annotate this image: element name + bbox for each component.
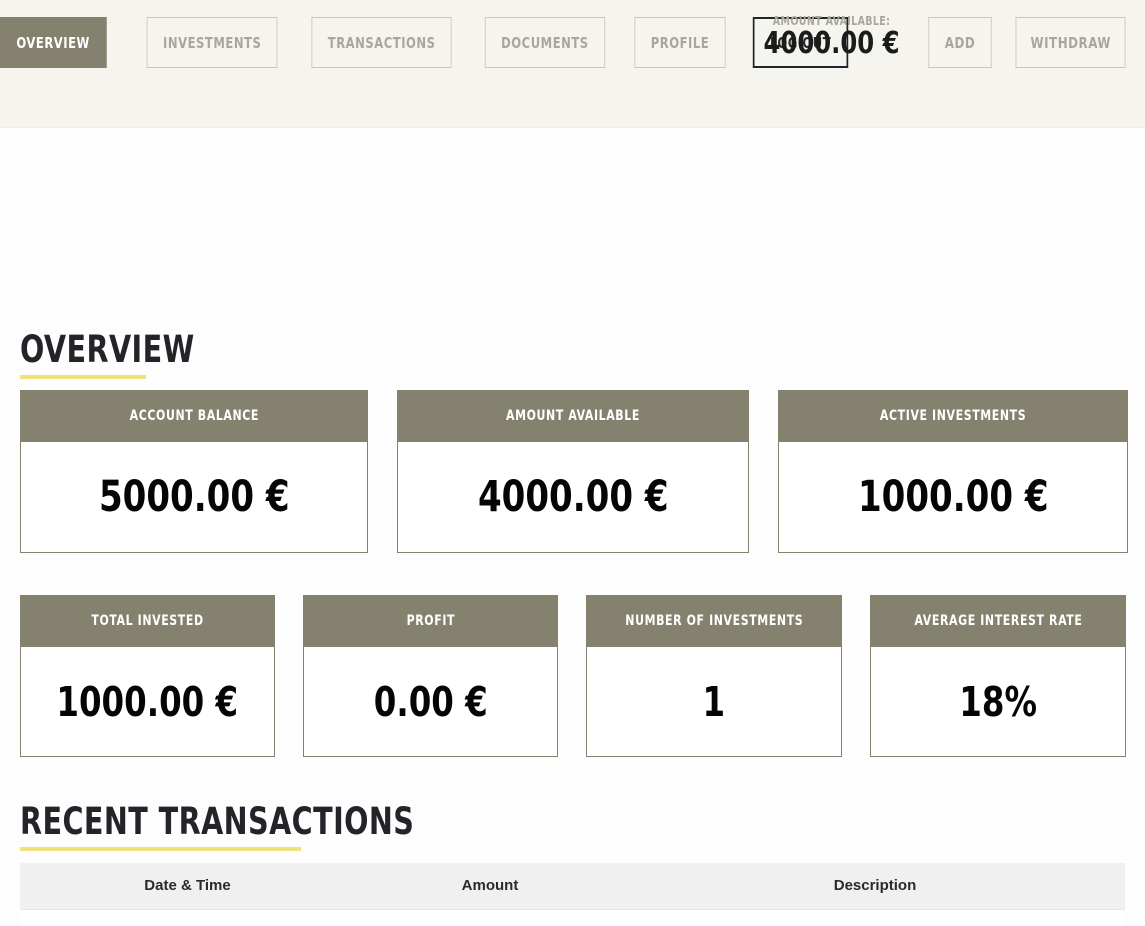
stat-card-profit-title: Profit [406,613,455,629]
cell-datetime: 2019-04-26 17:22:12 [20,908,355,926]
stat-card-account-balance: Account Balance 5000.00 € [20,390,368,553]
stat-card-average-interest-rate-value: 18% [959,677,1037,726]
stat-card-number-of-investments: Number of Investments 1 [586,595,842,757]
stat-card-profit-header: Profit [303,595,558,647]
stat-card-average-interest-rate-title: Average Interest Rate [914,613,1082,629]
stat-cards-row-secondary: Total Invested 1000.00 € Profit 0.00 € N… [20,595,1126,757]
withdraw-funds-button-label: Withdraw [1030,33,1111,52]
stat-card-number-of-investments-header: Number of Investments [586,595,842,647]
recent-transactions-heading-block: Recent Transactions [20,800,479,851]
overview-title-underline [20,375,146,379]
stat-card-amount-available-body: 4000.00 € [397,442,749,553]
recent-transactions-table: Date & Time Amount Description 2019-04-2… [20,863,1125,926]
stat-card-number-of-investments-body: 1 [586,647,842,757]
stat-card-total-invested-body: 1000.00 € [20,647,275,757]
header-amount-available-value: 4000.00 € [763,26,900,61]
stat-card-profit-value: 0.00 € [373,677,488,726]
stat-card-account-balance-header: Account Balance [20,390,368,442]
stat-cards-row-primary: Account Balance 5000.00 € Amount Availab… [20,390,1128,553]
stat-card-active-investments-header: Active Investments [778,390,1128,442]
cell-description: Investment in project - (ID1800) INCH² [625,908,1125,926]
overview-heading-block: Overview [20,328,223,379]
main-navigation: Overview Investments Transactions Docume… [0,17,856,68]
add-funds-button-label: Add [944,33,975,52]
column-header-datetime[interactable]: Date & Time [20,863,355,909]
header-amount-available: Amount available: 4000.00 € [756,14,911,60]
withdraw-funds-button[interactable]: Withdraw [1015,17,1126,68]
stat-card-amount-available-value: 4000.00 € [477,472,669,522]
nav-tab-documents-label: Documents [501,33,589,52]
stat-card-number-of-investments-title: Number of Investments [625,613,803,629]
stat-card-total-invested-header: Total Invested [20,595,275,647]
stat-card-total-invested-value: 1000.00 € [56,677,239,726]
stat-card-account-balance-value: 5000.00 € [98,472,290,522]
stat-card-active-investments: Active Investments 1000.00 € [778,390,1128,553]
nav-tab-profile-label: Profile [650,33,710,52]
table-body: 2019-04-26 17:22:12 € -1000.00 Investmen… [20,908,1125,926]
nav-tab-overview-label: Overview [16,33,90,52]
overview-page-title: Overview [20,328,195,371]
stat-card-amount-available-title: Amount Available [506,408,640,424]
table-row[interactable]: 2019-04-26 17:22:12 € -1000.00 Investmen… [20,908,1125,926]
stat-card-profit-body: 0.00 € [303,647,558,757]
stat-card-average-interest-rate: Average Interest Rate 18% [870,595,1126,757]
stat-card-account-balance-title: Account Balance [129,408,259,424]
stat-card-total-invested-title: Total Invested [91,613,204,629]
nav-tab-documents[interactable]: Documents [484,17,606,68]
column-header-amount[interactable]: Amount [355,863,625,909]
stat-card-amount-available: Amount Available 4000.00 € [397,390,749,553]
recent-transactions-title-underline [20,847,301,851]
top-header-bar: Overview Investments Transactions Docume… [0,0,1145,128]
nav-tab-profile[interactable]: Profile [634,17,726,68]
nav-tab-transactions[interactable]: Transactions [311,17,452,68]
stat-card-active-investments-body: 1000.00 € [778,442,1128,553]
add-funds-button[interactable]: Add [927,17,992,68]
stat-card-average-interest-rate-header: Average Interest Rate [870,595,1126,647]
cell-amount: € -1000.00 [355,908,625,926]
stat-card-active-investments-value: 1000.00 € [857,472,1049,522]
stat-card-account-balance-body: 5000.00 € [20,442,368,553]
nav-tab-overview[interactable]: Overview [0,17,107,68]
nav-tab-investments[interactable]: Investments [146,17,278,68]
nav-tab-investments-label: Investments [162,33,261,52]
stat-card-amount-available-header: Amount Available [397,390,749,442]
nav-tab-transactions-label: Transactions [327,33,436,52]
table-header: Date & Time Amount Description [20,863,1125,909]
stat-card-number-of-investments-value: 1 [702,677,726,726]
recent-transactions-title: Recent Transactions [20,800,415,843]
column-header-description[interactable]: Description [625,863,1125,909]
stat-card-profit: Profit 0.00 € [303,595,558,757]
stat-card-active-investments-title: Active Investments [879,408,1027,424]
table-header-row: Date & Time Amount Description [20,863,1125,909]
stat-card-total-invested: Total Invested 1000.00 € [20,595,275,757]
header-balance-area: Amount available: 4000.00 € Add Withdraw [756,14,1133,68]
stat-card-average-interest-rate-body: 18% [870,647,1126,757]
